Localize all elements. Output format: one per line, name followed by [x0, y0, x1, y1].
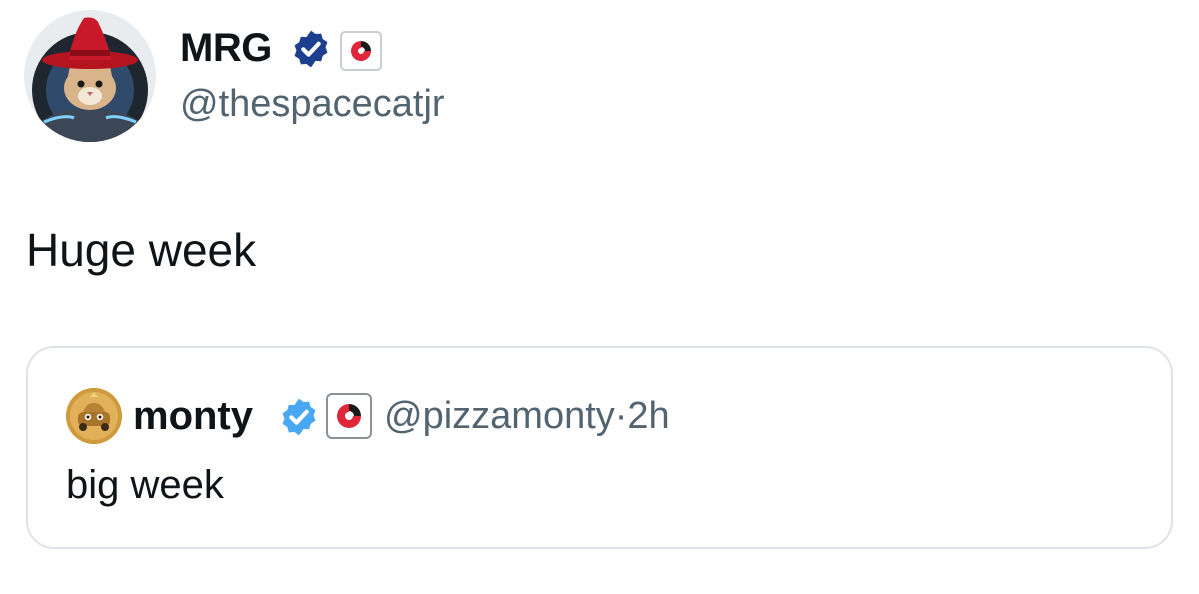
author-avatar[interactable]: [24, 10, 156, 142]
verified-badge-icon[interactable]: [278, 396, 320, 438]
verified-badge-icon[interactable]: [290, 28, 332, 70]
quoted-tweet-text: big week: [66, 463, 224, 507]
quoted-author-avatar[interactable]: [66, 388, 122, 444]
gold-car-avatar-icon: [66, 388, 122, 444]
space-cat-wizard-avatar-icon: [24, 10, 156, 142]
quoted-handle[interactable]: @pizzamonty: [384, 395, 615, 437]
affiliate-badge-icon[interactable]: [325, 392, 373, 440]
author-handle[interactable]: @thespacecatjr: [180, 80, 445, 128]
author-display-name[interactable]: MRG: [180, 24, 272, 72]
timestamp[interactable]: 2h: [627, 395, 669, 437]
affiliate-badge-icon[interactable]: [340, 31, 382, 71]
quoted-tweet-card[interactable]: monty @pizzamonty·2h big week: [26, 346, 1173, 549]
separator: ·: [614, 395, 628, 437]
tweet-text: Huge week: [26, 224, 257, 276]
quoted-display-name[interactable]: monty: [133, 392, 253, 440]
quoted-handle-time[interactable]: @pizzamonty·2h: [384, 392, 670, 440]
tweet: MRG @thespacecatjr Huge week monty @pizz…: [0, 0, 1199, 594]
